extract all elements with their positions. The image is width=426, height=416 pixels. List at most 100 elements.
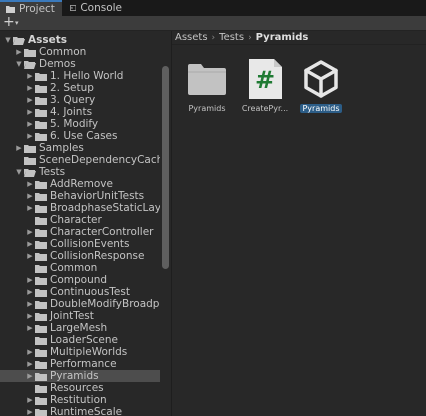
folder-icon: [24, 48, 36, 57]
tree-item[interactable]: ▶ 6. Use Cases: [0, 130, 160, 142]
folder-icon: [35, 300, 47, 309]
tree-item-label: Pyramids: [50, 370, 99, 382]
chevron-right-icon[interactable]: ▶: [25, 408, 35, 416]
chevron-right-icon[interactable]: ▶: [25, 84, 35, 92]
chevron-right-icon[interactable]: ▶: [25, 204, 35, 212]
chevron-right-icon[interactable]: ▶: [25, 324, 35, 332]
tree-item-label: 6. Use Cases: [50, 130, 118, 142]
tree-item[interactable]: ▶ CharacterController: [0, 226, 160, 238]
asset-item-label: CreatePyr...: [241, 104, 289, 113]
folder-icon: [35, 348, 47, 357]
chevron-down-icon[interactable]: ▼: [14, 60, 24, 68]
breadcrumb-item-assets[interactable]: Assets: [175, 32, 208, 43]
chevron-right-icon[interactable]: ▶: [25, 228, 35, 236]
folder-icon: [35, 276, 47, 285]
folder-open-icon: [24, 168, 36, 177]
chevron-right-icon[interactable]: ▶: [25, 288, 35, 296]
chevron-right-icon[interactable]: ▶: [25, 96, 35, 104]
tree-item-label: 3. Query: [50, 94, 96, 106]
tree-item[interactable]: ▼ Tests: [0, 166, 160, 178]
chevron-right-icon[interactable]: ▶: [25, 276, 35, 284]
chevron-right-icon[interactable]: ▶: [25, 240, 35, 248]
tree-item[interactable]: ▶ DoubleModifyBroadphaseF: [0, 298, 171, 310]
folder-icon: [35, 180, 47, 189]
chevron-right-icon[interactable]: ▶: [25, 108, 35, 116]
chevron-right-icon[interactable]: ▶: [14, 48, 24, 56]
unity-scene-icon: [304, 60, 338, 98]
tree-item[interactable]: ▶ JointTest: [0, 310, 160, 322]
tree-item[interactable]: ▶ AddRemove: [0, 178, 160, 190]
chevron-right-icon[interactable]: ▶: [25, 300, 35, 308]
chevron-right-icon[interactable]: ▶: [25, 180, 35, 188]
chevron-right-icon[interactable]: ▶: [25, 372, 35, 380]
tree-item[interactable]: ▶ 1. Hello World: [0, 70, 160, 82]
folder-open-icon: [24, 60, 36, 69]
tree-item[interactable]: ▶ CollisionEvents: [0, 238, 160, 250]
tree-item-label: Character: [50, 214, 102, 226]
tree-item[interactable]: ▶ MultipleWorlds: [0, 346, 160, 358]
tree-item[interactable]: ▶ Performance: [0, 358, 160, 370]
asset-item-pyramids-folder[interactable]: Pyramids: [176, 58, 238, 116]
chevron-right-icon[interactable]: ▶: [25, 360, 35, 368]
tab-console[interactable]: Console: [64, 0, 128, 16]
breadcrumb-item-pyramids[interactable]: Pyramids: [256, 32, 309, 43]
tree-item-label: JointTest: [50, 310, 94, 322]
tree-item[interactable]: ▼ Demos: [0, 58, 160, 70]
tree-item[interactable]: ▶ BehaviorUnitTests: [0, 190, 160, 202]
tree-item-label: DoubleModifyBroadphaseF: [50, 298, 171, 310]
tree-item[interactable]: ▼ Assets: [0, 34, 160, 46]
tree-scrollbar-thumb[interactable]: [162, 66, 169, 269]
chevron-right-icon[interactable]: ▶: [25, 120, 35, 128]
add-asset-button[interactable]: +: [3, 14, 15, 30]
chevron-right-icon[interactable]: ▶: [14, 144, 24, 152]
folder-open-icon: [13, 36, 25, 45]
tree-item[interactable]: ▶ Pyramids: [0, 370, 160, 382]
tree-item[interactable]: LoaderScene: [0, 334, 160, 346]
tree-item[interactable]: ▶ 5. Modify: [0, 118, 160, 130]
chevron-right-icon[interactable]: ▶: [25, 252, 35, 260]
breadcrumb-item-tests[interactable]: Tests: [219, 32, 244, 43]
tree-item-label: Common: [39, 46, 87, 58]
tree-item[interactable]: ▶ 4. Joints: [0, 106, 160, 118]
chevron-down-icon[interactable]: ▼: [3, 36, 13, 44]
tree-item[interactable]: ▶ CollisionResponse: [0, 250, 160, 262]
asset-item-pyramids-scene[interactable]: Pyramids: [290, 58, 352, 116]
folder-icon: [24, 144, 36, 153]
folder-icon: [35, 108, 47, 117]
folder-icon: [35, 396, 47, 405]
tree-item[interactable]: ▶ 2. Setup: [0, 82, 160, 94]
tree-item[interactable]: ▶ ContinuousTest: [0, 286, 160, 298]
tab-project-label: Project: [19, 3, 55, 15]
tree-item[interactable]: ▶ Samples: [0, 142, 160, 154]
chevron-down-icon[interactable]: ▾: [15, 19, 19, 27]
tree-item[interactable]: ▶ BroadphaseStaticLayerCha: [0, 202, 171, 214]
chevron-right-icon[interactable]: ▶: [25, 72, 35, 80]
chevron-right-icon[interactable]: ▶: [25, 396, 35, 404]
tree-item-label: Compound: [50, 274, 108, 286]
tree-item[interactable]: Resources: [0, 382, 160, 394]
chevron-right-icon[interactable]: ▶: [25, 312, 35, 320]
tree-item[interactable]: SceneDependencyCache: [0, 154, 170, 166]
tree-item-label: Resources: [50, 382, 104, 394]
tree-item[interactable]: ▶ Compound: [0, 274, 160, 286]
tree-item-label: LargeMesh: [50, 322, 108, 334]
asset-item-createpyramids-script[interactable]: # CreatePyr...: [234, 58, 296, 116]
asset-browser: Assets › Tests › Pyramids Pyramids # Cre…: [171, 31, 426, 416]
tree-item[interactable]: ▶ Common: [0, 46, 160, 58]
tree-item-label: BroadphaseStaticLayerCha: [50, 202, 171, 214]
tree-item[interactable]: Character: [0, 214, 160, 226]
tab-bar: Project Console: [0, 0, 426, 16]
chevron-right-icon[interactable]: ▶: [25, 192, 35, 200]
tree-item[interactable]: Common: [0, 262, 160, 274]
chevron-right-icon[interactable]: ▶: [25, 132, 35, 140]
folder-icon: [35, 408, 47, 416]
chevron-right-icon[interactable]: ▶: [25, 348, 35, 356]
tree-item-label: 1. Hello World: [50, 70, 124, 82]
tree-item[interactable]: ▶ LargeMesh: [0, 322, 160, 334]
folder-icon: [35, 336, 47, 345]
tree-item[interactable]: ▶ Restitution: [0, 394, 160, 406]
chevron-down-icon[interactable]: ▼: [14, 168, 24, 176]
folder-icon: [35, 96, 47, 105]
tree-item[interactable]: ▶ RuntimeScale: [0, 406, 160, 416]
tree-item[interactable]: ▶ 3. Query: [0, 94, 160, 106]
